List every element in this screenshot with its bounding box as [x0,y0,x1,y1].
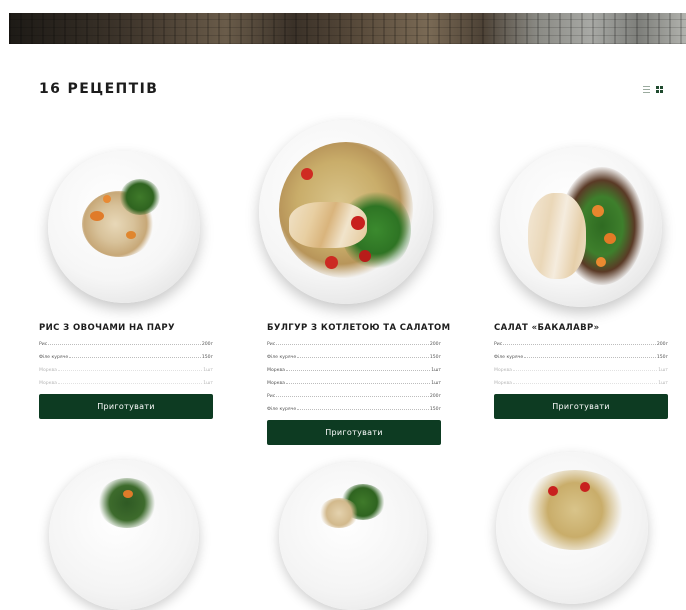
ingredient-row: Морква 1шт [267,381,441,386]
dish-image [259,120,433,304]
cook-button[interactable]: Приготувати [39,394,213,419]
ingredient-row: Морква 1шт [39,368,213,373]
ingredient-row: Рис 200г [267,342,441,347]
ingredient-row: Філе куряче 150г [39,355,213,360]
ingredient-row: Рис 200г [267,394,441,399]
ingredient-row: Рис 200г [494,342,668,347]
dish-image [496,452,648,604]
cook-button[interactable]: Приготувати [494,394,668,419]
ingredient-row: Філе куряче 150г [494,355,668,360]
ingredient-row: Філе куряче 150г [267,355,441,360]
ingredient-row: Філе куряче 150г [267,407,441,412]
ingredient-row: Морква 1шт [39,381,213,386]
ingredient-row: Морква 1шт [494,368,668,373]
recipe-title[interactable]: РИС З ОВОЧАМИ НА ПАРУ [39,323,175,333]
recipe-card: РИС З ОВОЧАМИ НА ПАРУ Рис 200г Філе куряч… [39,0,213,610]
dish-image [500,147,662,307]
cook-button[interactable]: Приготувати [267,420,441,445]
dish-image [279,462,427,610]
dish-image [48,151,200,303]
recipe-card: БУЛГУР З КОТЛЕТОЮ ТА САЛАТОМ Рис 200г Філ… [259,0,450,610]
dish-image [49,460,199,610]
ingredient-row: Морква 1шт [267,368,441,373]
recipe-title[interactable]: САЛАТ «БАКАЛАВР» [494,323,600,333]
ingredient-list: Рис 200г Філе куряче 150г Морква 1шт Морква… [267,334,441,412]
recipe-card: САЛАТ «БАКАЛАВР» Рис 200г Філе куряче 150г… [494,0,668,604]
ingredient-row: Морква 1шт [494,381,668,386]
recipe-title[interactable]: БУЛГУР З КОТЛЕТОЮ ТА САЛАТОМ [267,323,451,333]
ingredient-list: Рис 200г Філе куряче 150г Морква 1шт Морква… [494,334,668,386]
ingredient-list: Рис 200г Філе куряче 150г Морква 1шт Морква… [39,334,213,386]
ingredient-row: Рис 200г [39,342,213,347]
